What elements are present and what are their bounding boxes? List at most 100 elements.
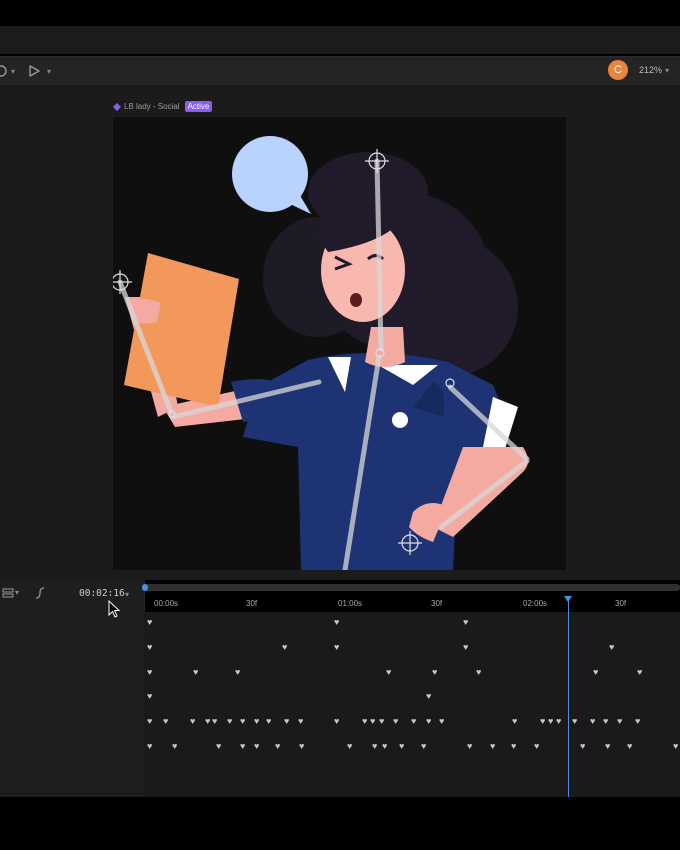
keyframe[interactable]: ♥ <box>190 717 195 726</box>
artboard-icon <box>113 102 121 111</box>
keyframe[interactable]: ♥ <box>439 717 444 726</box>
keyframe[interactable]: ♥ <box>637 668 642 677</box>
keyframe[interactable]: ♥ <box>298 717 303 726</box>
scrub-handle[interactable] <box>142 584 148 591</box>
keyframe[interactable]: ♥ <box>227 717 232 726</box>
keyframe[interactable]: ♥ <box>463 618 468 627</box>
keyframe[interactable]: ♥ <box>147 717 152 726</box>
keyframe[interactable]: ♥ <box>635 717 640 726</box>
keyframe[interactable]: ♥ <box>282 643 287 652</box>
ruler-label: 01:00s <box>338 599 363 608</box>
chevron-down-icon[interactable]: ▾ <box>665 66 669 75</box>
keyframe[interactable]: ♥ <box>240 717 245 726</box>
keyframe[interactable]: ♥ <box>432 668 437 677</box>
playhead[interactable] <box>568 600 569 797</box>
keyframe[interactable]: ♥ <box>347 742 352 751</box>
keyframe[interactable]: ♥ <box>399 742 404 751</box>
keyframe[interactable]: ♥ <box>147 742 152 751</box>
keyframe[interactable]: ♥ <box>540 717 545 726</box>
ruler-label: 30f <box>431 599 443 608</box>
keyframe[interactable]: ♥ <box>382 742 387 751</box>
keyframe[interactable]: ♥ <box>172 742 177 751</box>
keyframe[interactable]: ♥ <box>617 717 622 726</box>
keyframe[interactable]: ♥ <box>370 717 375 726</box>
keyframe[interactable]: ♥ <box>627 742 632 751</box>
keyframe[interactable]: ♥ <box>512 717 517 726</box>
keyframe[interactable]: ♥ <box>362 717 367 726</box>
keyframe[interactable]: ♥ <box>147 643 152 652</box>
keyframe[interactable]: ♥ <box>490 742 495 751</box>
keyframe[interactable]: ♥ <box>284 717 289 726</box>
speech-bubble <box>232 136 311 214</box>
keyframe[interactable]: ♥ <box>580 742 585 751</box>
mouse-cursor-icon <box>108 600 120 618</box>
keyframe[interactable]: ♥ <box>593 668 598 677</box>
keyframe[interactable]: ♥ <box>163 717 168 726</box>
keyframe[interactable]: ♥ <box>556 717 561 726</box>
ruler-label: 30f <box>246 599 258 608</box>
keyframe[interactable]: ♥ <box>334 618 339 627</box>
toolbar: ▾ ▾ <box>0 56 680 85</box>
current-time[interactable]: 00:02:16 <box>79 588 125 599</box>
keyframe[interactable]: ♥ <box>673 742 678 751</box>
easing-icon[interactable] <box>34 586 46 604</box>
chevron-down-icon[interactable]: ▾ <box>15 588 19 597</box>
keyframe[interactable]: ♥ <box>426 692 431 701</box>
keyframe[interactable]: ♥ <box>193 668 198 677</box>
artboard-name: LB lady - Social <box>124 102 180 111</box>
chevron-down-icon[interactable]: ▾ <box>47 67 51 76</box>
keyframe[interactable]: ♥ <box>334 717 339 726</box>
keyframe[interactable]: ♥ <box>421 742 426 751</box>
keyframe[interactable]: ♥ <box>386 668 391 677</box>
keyframe[interactable]: ♥ <box>254 717 259 726</box>
neck <box>365 327 405 367</box>
timeline-tracks[interactable]: ♥ ♥ ♥ ♥ ♥ ♥ ♥ ♥ ♥ ♥ ♥ ♥ ♥ ♥ ♥ ♥ ♥ ♥ ♥ ♥ ♥ ♥ ♥ ♥ ♥ ♥ ♥ ♥ ♥ ♥ ♥ ♥ ♥ ♥ ♥ ♥ ♥ ♥ ♥ ♥… <box>144 612 680 797</box>
avatar[interactable]: C <box>608 60 628 80</box>
artboard-label[interactable]: LB lady - Social Active <box>113 101 213 112</box>
keyframe[interactable]: ♥ <box>511 742 516 751</box>
play-icon[interactable] <box>27 61 41 81</box>
playhead-handle[interactable] <box>564 596 572 602</box>
keyframe[interactable]: ♥ <box>426 717 431 726</box>
zoom-level[interactable]: 212% <box>639 65 662 75</box>
keyframe[interactable]: ♥ <box>266 717 271 726</box>
keyframe[interactable]: ♥ <box>603 717 608 726</box>
keyframe[interactable]: ♥ <box>609 643 614 652</box>
keyframe[interactable]: ♥ <box>463 643 468 652</box>
status-badge: Active <box>184 101 213 112</box>
keyframe[interactable]: ♥ <box>212 717 217 726</box>
keyframe[interactable]: ♥ <box>216 742 221 751</box>
keyframe[interactable]: ♥ <box>534 742 539 751</box>
keyframe[interactable]: ♥ <box>411 717 416 726</box>
keyframe[interactable]: ♥ <box>590 717 595 726</box>
keyframe[interactable]: ♥ <box>147 692 152 701</box>
keyframe[interactable]: ♥ <box>548 717 553 726</box>
chevron-down-icon[interactable]: ▾ <box>11 67 15 76</box>
keyframe[interactable]: ♥ <box>299 742 304 751</box>
keyframe[interactable]: ♥ <box>605 742 610 751</box>
layers-icon[interactable] <box>2 586 14 604</box>
title-bar <box>0 26 680 54</box>
keyframe[interactable]: ♥ <box>572 717 577 726</box>
ruler-label: 00:00s <box>154 599 179 608</box>
keyframe[interactable]: ♥ <box>240 742 245 751</box>
keyframe[interactable]: ♥ <box>275 742 280 751</box>
keyframe[interactable]: ♥ <box>205 717 210 726</box>
keyframe[interactable]: ♥ <box>379 717 384 726</box>
keyframe[interactable]: ♥ <box>254 742 259 751</box>
ruler-label: 02:00s <box>523 599 548 608</box>
character-illustration[interactable] <box>113 117 566 570</box>
keyframe[interactable]: ♥ <box>147 668 152 677</box>
timeline-panel-left: ▾ <box>0 580 145 797</box>
timeline-scrollbar[interactable] <box>144 584 680 591</box>
keyframe[interactable]: ♥ <box>147 618 152 627</box>
artboard[interactable] <box>113 117 566 570</box>
keyframe[interactable]: ♥ <box>393 717 398 726</box>
record-icon[interactable] <box>0 61 8 81</box>
keyframe[interactable]: ♥ <box>467 742 472 751</box>
keyframe[interactable]: ♥ <box>476 668 481 677</box>
keyframe[interactable]: ♥ <box>334 643 339 652</box>
chevron-down-icon[interactable]: ▾ <box>125 590 129 599</box>
keyframe[interactable]: ♥ <box>235 668 240 677</box>
keyframe[interactable]: ♥ <box>372 742 377 751</box>
